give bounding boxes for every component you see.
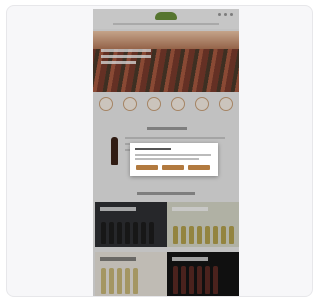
brand-logo[interactable] — [155, 12, 177, 20]
modal-text — [135, 154, 211, 156]
category-icon[interactable] — [219, 97, 233, 111]
hero-banner[interactable] — [93, 31, 239, 92]
category-icon[interactable] — [147, 97, 161, 111]
category-icon[interactable] — [195, 97, 209, 111]
promo-tile-white-wines[interactable] — [167, 202, 239, 247]
search-icon[interactable] — [218, 13, 221, 16]
product-bottle-image[interactable] — [111, 137, 118, 165]
category-icon[interactable] — [123, 97, 137, 111]
bottle-lineup — [101, 222, 154, 244]
category-icons-row — [99, 97, 233, 119]
promo-tile-collection[interactable] — [167, 252, 239, 296]
product-section-heading — [147, 127, 187, 130]
cookie-reject-button[interactable] — [188, 165, 210, 170]
tile-caption — [100, 207, 136, 211]
featured-section-heading — [137, 192, 195, 195]
website-preview — [93, 9, 239, 296]
bottle-lineup — [173, 226, 234, 244]
modal-text — [135, 158, 199, 160]
tile-caption — [172, 207, 208, 211]
promo-tile-featured[interactable] — [95, 252, 167, 296]
account-icon[interactable] — [224, 13, 227, 16]
cookie-consent-modal — [130, 143, 218, 176]
tile-caption — [100, 257, 136, 261]
bottle-lineup — [101, 268, 138, 294]
header-icons — [218, 13, 233, 16]
promo-tile-red-wines[interactable] — [95, 202, 167, 247]
category-icon[interactable] — [99, 97, 113, 111]
cart-icon[interactable] — [230, 13, 233, 16]
cookie-accept-button[interactable] — [136, 165, 158, 170]
main-navigation[interactable] — [113, 23, 219, 25]
category-icon[interactable] — [171, 97, 185, 111]
tile-caption — [172, 257, 208, 261]
modal-actions — [136, 165, 210, 170]
bottle-lineup — [173, 266, 218, 294]
modal-title — [135, 148, 171, 150]
hero-heading — [101, 49, 151, 67]
cookie-settings-button[interactable] — [162, 165, 184, 170]
site-header — [93, 9, 239, 29]
screenshot-card — [6, 5, 313, 297]
